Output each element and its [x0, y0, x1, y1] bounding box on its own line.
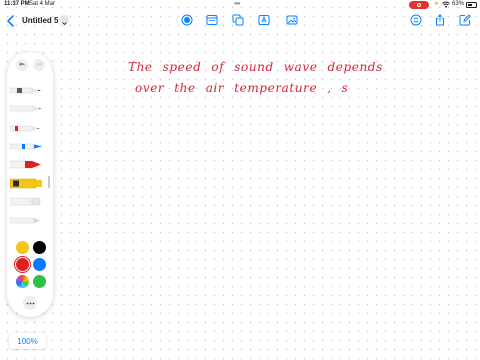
shapes-icon[interactable]: [232, 14, 244, 26]
wifi-icon: [442, 1, 450, 8]
handwritten-word: of: [211, 60, 225, 74]
pencil-tool-blue[interactable]: [10, 141, 46, 152]
pen-tool-toggle-icon[interactable]: [181, 14, 193, 26]
color-swatch-blue[interactable]: [33, 258, 46, 271]
status-date: Sat 4 Mar: [29, 1, 56, 7]
back-chevron-icon[interactable]: [5, 14, 17, 28]
lasso-tool[interactable]: [10, 215, 46, 226]
color-swatch-yellow[interactable]: [16, 241, 29, 254]
color-swatch-black[interactable]: [33, 241, 46, 254]
monoline-pen-tool[interactable]: [10, 103, 46, 114]
zoom-level[interactable]: 100%: [9, 333, 46, 349]
color-wheel-icon[interactable]: [16, 275, 29, 288]
color-swatch-red[interactable]: [16, 258, 29, 271]
handwritten-word: air: [205, 81, 225, 95]
document-title[interactable]: Untitled 5: [22, 16, 58, 25]
handwriting-line: The speed of sound wave depends: [128, 60, 393, 74]
status-bar: 11:37 PM Sat 4 Mar ••• ➤ 63%: [0, 0, 480, 10]
new-note-icon[interactable]: [459, 14, 471, 26]
title-menu-chevron-icon[interactable]: [60, 15, 69, 26]
eraser-tool[interactable]: [10, 196, 46, 207]
handwritten-word: wave: [283, 60, 318, 74]
tool-scroll-thumb[interactable]: [48, 176, 50, 188]
redo-icon: [36, 62, 42, 66]
handwritten-word: temperature: [234, 81, 318, 95]
marker-tool-red[interactable]: [10, 159, 46, 170]
handwritten-word: The: [128, 60, 153, 74]
location-icon: ➤: [434, 1, 440, 7]
handwritten-word: s: [341, 81, 349, 95]
handwritten-word: the: [174, 81, 196, 95]
status-time: 11:37 PM: [4, 1, 30, 7]
battery-icon: [466, 2, 477, 8]
multitasking-dots-icon[interactable]: •••: [234, 0, 240, 8]
tool-palette: [7, 52, 53, 317]
pen-tool[interactable]: [10, 85, 46, 96]
highlighter-tool-yellow[interactable]: [10, 178, 46, 189]
redo-button[interactable]: [33, 59, 45, 71]
battery-percent: 63%: [452, 1, 465, 7]
screen-recording-icon[interactable]: [409, 1, 429, 9]
fountain-pen-tool[interactable]: [10, 123, 46, 134]
toolbar: Untitled 5: [0, 10, 480, 32]
text-format-icon[interactable]: [206, 14, 218, 26]
handwritten-word: depends: [327, 60, 383, 74]
handwritten-word: sound: [234, 60, 274, 74]
undo-icon: [19, 62, 25, 66]
undo-button[interactable]: [16, 59, 28, 71]
text-box-icon[interactable]: [258, 14, 270, 26]
color-swatch-green[interactable]: [33, 275, 46, 288]
collaborate-icon[interactable]: [410, 14, 422, 26]
insert-media-icon[interactable]: [286, 14, 298, 26]
ellipsis-icon: [26, 302, 34, 304]
handwritten-word: over: [135, 81, 165, 95]
share-icon[interactable]: [434, 14, 446, 26]
handwritten-word: speed: [162, 60, 202, 74]
handwritten-word: ,: [327, 81, 332, 95]
more-options-button[interactable]: [23, 296, 37, 310]
handwriting-line: over the air temperature, s: [135, 81, 358, 95]
